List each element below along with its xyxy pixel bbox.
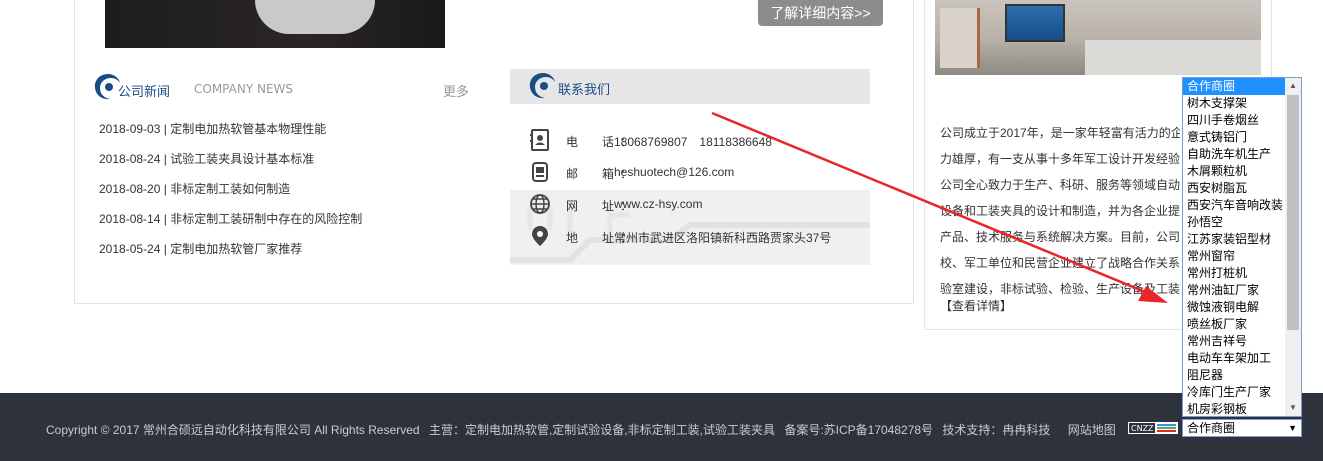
- select-option[interactable]: 常州油缸厂家: [1183, 282, 1286, 299]
- office-photo: [935, 0, 1261, 75]
- footer-copyright: Copyright © 2017 常州合硕远自动化科技有限公司 All Righ…: [46, 423, 420, 437]
- select-option[interactable]: 西安汽车音响改装: [1183, 197, 1286, 214]
- list-item[interactable]: 2018-05-24 | 定制电加热软管厂家推荐: [99, 239, 499, 269]
- footer-business: 主营：定制电加热软管,定制试验设备,非标定制工装,试验工装夹具: [428, 423, 775, 437]
- news-title-en: COMPANY NEWS: [194, 82, 294, 96]
- select-option[interactable]: 江苏家装铝型材: [1183, 231, 1286, 248]
- logo-swirl-icon: [529, 73, 555, 99]
- select-option[interactable]: 四川手卷烟丝: [1183, 112, 1286, 129]
- footer-sitemap-link[interactable]: 网站地图: [1068, 423, 1116, 437]
- select-option[interactable]: 电动车车架加工: [1183, 350, 1286, 367]
- list-item[interactable]: 2018-08-24 | 试验工装夹具设计基本标准: [99, 149, 499, 179]
- view-detail-link[interactable]: 【查看详情】: [940, 297, 1012, 314]
- select-option[interactable]: 喷丝板厂家: [1183, 316, 1286, 333]
- select-option[interactable]: 意式铸铝门: [1183, 129, 1286, 146]
- more-detail-button[interactable]: 了解详细内容>>: [758, 0, 883, 26]
- partner-select[interactable]: 合作商圈 ▼: [1182, 419, 1302, 437]
- globe-icon: [530, 194, 550, 214]
- chevron-down-icon: ▼: [1288, 423, 1297, 433]
- select-option[interactable]: 机房彩钢板: [1183, 401, 1286, 416]
- cnzz-badge-icon[interactable]: CNZZ: [1128, 422, 1178, 434]
- select-option[interactable]: 常州打桩机: [1183, 265, 1286, 282]
- footer-tech-support[interactable]: 技术支持：冉冉科技: [942, 423, 1050, 437]
- news-title: 公司新闻: [118, 84, 171, 99]
- select-option[interactable]: 合作商圈: [1183, 78, 1286, 95]
- scroll-up-icon[interactable]: ▲: [1285, 78, 1301, 94]
- partner-select-dropdown-list[interactable]: 合作商圈 树木支撑架 四川手卷烟丝 意式铸铝门 自助洗车机生产 木屑颗粒机 西安…: [1182, 77, 1302, 417]
- list-item[interactable]: 2018-09-03 | 定制电加热软管基本物理性能: [99, 119, 499, 149]
- about-company-text: 公司成立于2017年，是一家年轻富有活力的企 力雄厚，有一支从事十多年军工设计开…: [940, 126, 1180, 296]
- contact-title: 联系我们: [558, 82, 611, 97]
- news-more-link[interactable]: 更多: [443, 81, 469, 100]
- product-photo: [105, 0, 445, 48]
- list-item[interactable]: 2018-08-14 | 非标定制工装研制中存在的风险控制: [99, 209, 499, 239]
- select-option[interactable]: 冷库门生产厂家: [1183, 384, 1286, 401]
- phone-book-icon: [530, 129, 549, 151]
- select-option[interactable]: 常州吉祥号: [1183, 333, 1286, 350]
- svg-text:CNZZ: CNZZ: [1131, 424, 1154, 433]
- select-option[interactable]: 孙悟空: [1183, 214, 1286, 231]
- scroll-thumb[interactable]: [1287, 95, 1299, 330]
- select-option[interactable]: 自助洗车机生产: [1183, 146, 1286, 163]
- scroll-down-icon[interactable]: ▼: [1285, 400, 1301, 416]
- contact-us-header: 联系我们: [510, 69, 870, 104]
- company-news-header: 公司新闻 COMPANY NEWS 更多: [93, 72, 483, 106]
- dropdown-scrollbar[interactable]: ▲ ▼: [1285, 78, 1301, 416]
- select-option[interactable]: 微蚀液铜电解: [1183, 299, 1286, 316]
- site-footer: Copyright © 2017 常州合硕远自动化科技有限公司 All Righ…: [0, 393, 1323, 461]
- select-option[interactable]: 西安树脂瓦: [1183, 180, 1286, 197]
- list-item[interactable]: 2018-08-20 | 非标定制工装如何制造: [99, 179, 499, 209]
- mail-icon: [532, 162, 548, 182]
- select-option[interactable]: 树木支撑架: [1183, 95, 1286, 112]
- footer-icp[interactable]: 备案号:苏ICP备17048278号: [784, 423, 933, 437]
- select-option[interactable]: 常州窗帘: [1183, 248, 1286, 265]
- select-option[interactable]: 阻尼器: [1183, 367, 1286, 384]
- news-list: 2018-09-03 | 定制电加热软管基本物理性能 2018-08-24 | …: [99, 119, 499, 269]
- location-pin-icon: [532, 226, 548, 246]
- select-option[interactable]: 木屑颗粒机: [1183, 163, 1286, 180]
- partner-select-value: 合作商圈: [1187, 421, 1236, 435]
